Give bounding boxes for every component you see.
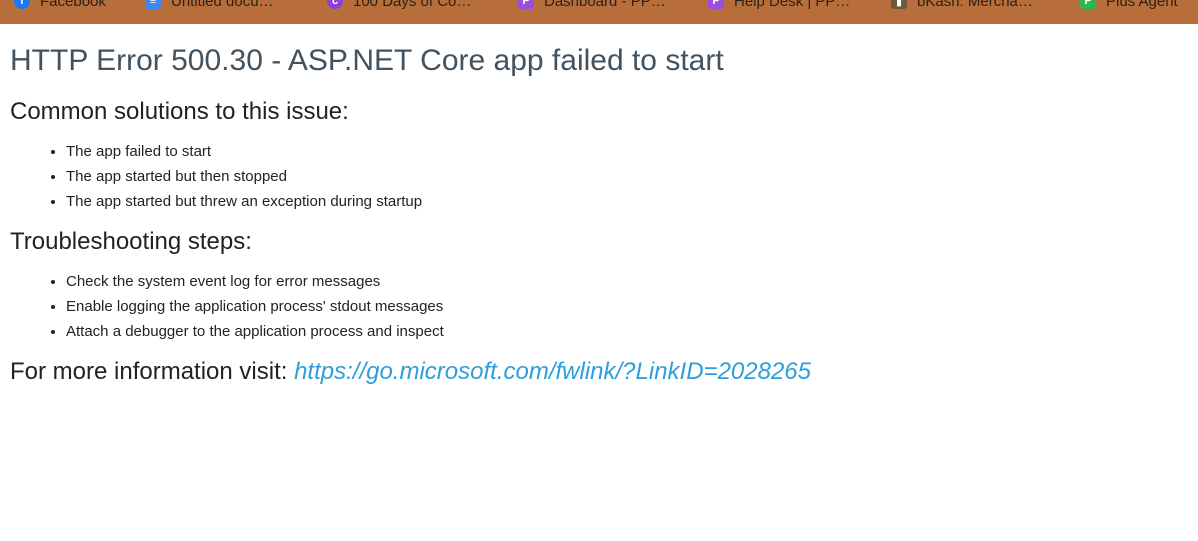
troubleshooting-list: Check the system event log for error mes… — [10, 269, 444, 344]
solutions-list: The app failed to start The app started … — [10, 139, 422, 214]
bookmark-label: 100 Days of Co… — [353, 0, 472, 10]
facebook-icon: f — [14, 0, 30, 9]
list-item: The app failed to start — [66, 139, 422, 164]
purple-circle-icon: c — [327, 0, 343, 9]
list-item: The app started but then stopped — [66, 164, 422, 189]
more-info-label: For more information visit: — [10, 358, 288, 385]
purple-p-icon: P — [708, 0, 724, 9]
bookmark-untitled-doc[interactable]: ≡ Untitled docu… — [145, 0, 274, 11]
bookmark-label: Facebook — [40, 0, 106, 10]
bookmark-label: Dashboard - PP… — [544, 0, 666, 10]
bookmark-100-days[interactable]: c 100 Days of Co… — [327, 0, 471, 11]
solutions-heading: Common solutions to this issue: — [10, 98, 349, 125]
bookmark-label: Help Desk | PP… — [734, 0, 851, 10]
list-item: Enable logging the application process' … — [66, 294, 444, 319]
list-item: The app started but threw an exception d… — [66, 189, 422, 214]
more-info-link[interactable]: https://go.microsoft.com/fwlink/?LinkID=… — [294, 358, 811, 385]
bookmark-facebook[interactable]: f Facebook — [14, 0, 106, 11]
bookmark-help-desk[interactable]: P Help Desk | PP… — [708, 0, 850, 11]
bookmark-label: Plus Agent — [1106, 0, 1178, 10]
bookmark-dashboard[interactable]: P Dashboard - PP… — [518, 0, 666, 11]
google-docs-icon: ≡ — [145, 0, 161, 9]
purple-p-icon: P — [518, 0, 534, 9]
bookmark-label: Untitled docu… — [171, 0, 274, 10]
troubleshooting-heading: Troubleshooting steps: — [10, 228, 252, 255]
list-item: Attach a debugger to the application pro… — [66, 319, 444, 344]
bookmarks-bar: f Facebook ≡ Untitled docu… c 100 Days o… — [0, 0, 1198, 24]
bookmark-label: bKash: Mercha… — [917, 0, 1033, 10]
list-item: Check the system event log for error mes… — [66, 269, 444, 294]
green-plus-icon: P — [1080, 0, 1096, 9]
more-info: For more information visit: https://go.m… — [10, 358, 811, 386]
bkash-icon: ▮ — [891, 0, 907, 9]
bookmark-plus-agent[interactable]: P Plus Agent — [1080, 0, 1178, 11]
bookmark-bkash[interactable]: ▮ bKash: Mercha… — [891, 0, 1033, 11]
page-title: HTTP Error 500.30 - ASP.NET Core app fai… — [10, 44, 724, 77]
